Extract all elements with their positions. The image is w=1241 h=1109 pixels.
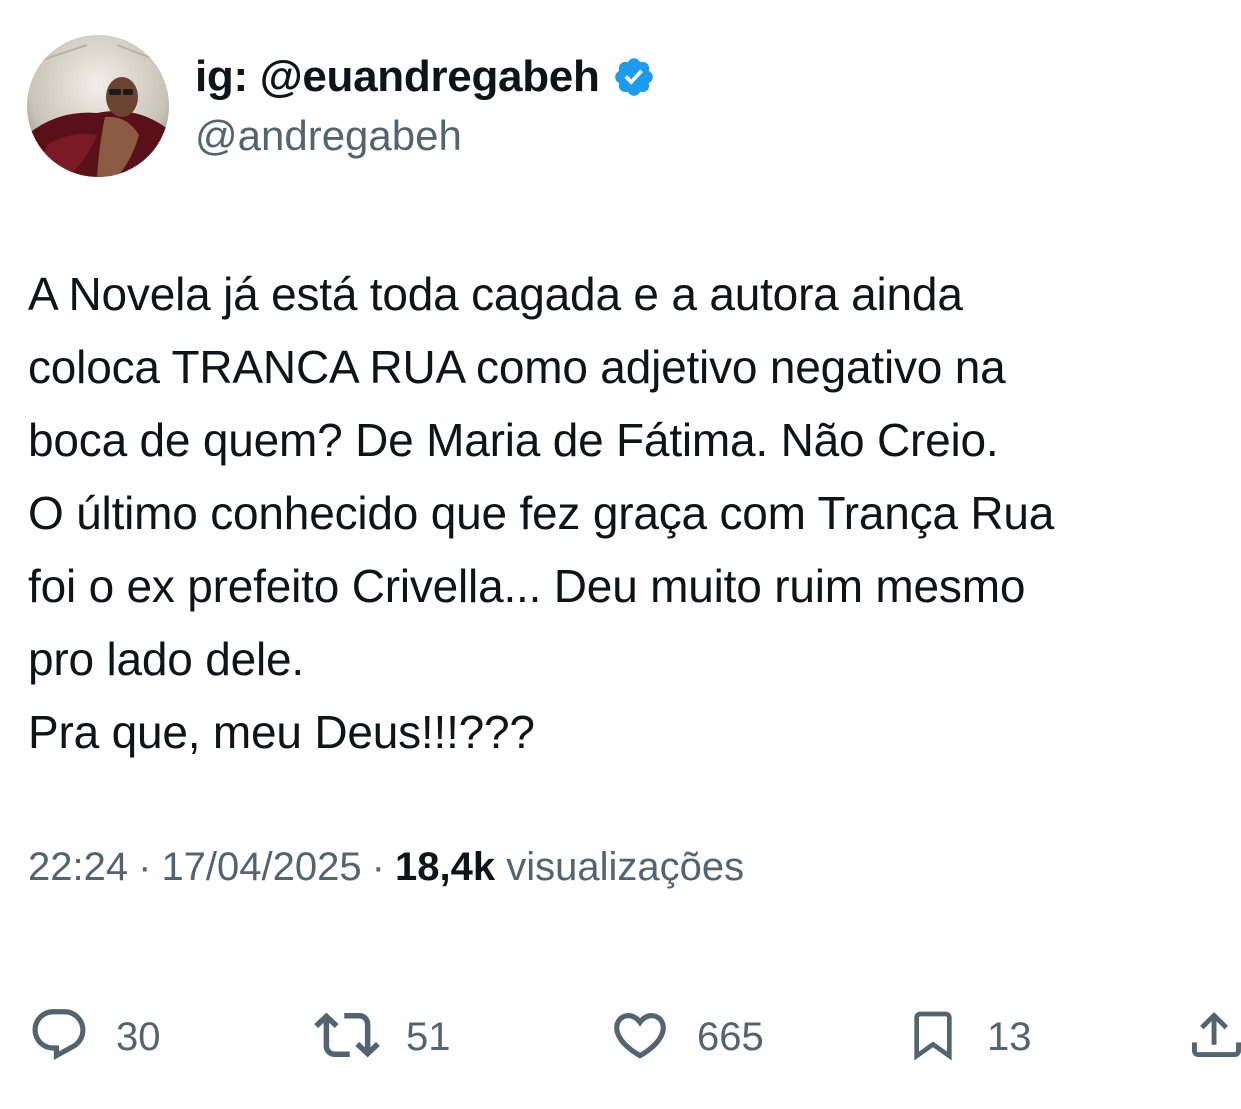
tweet-text-line: Pra que, meu Deus!!!??? [28,706,535,758]
tweet-text-line: O último conhecido que fez graça com Tra… [28,487,1055,539]
tweet-time[interactable]: 22:24 [28,845,128,889]
tweet-text: A Novela já está toda cagada e a autora … [28,258,1238,769]
repost-button[interactable]: 51 [314,1005,451,1069]
tweet-text-line: boca de quem? De Maria de Fátima. Não Cr… [28,414,999,466]
share-button[interactable] [1192,1005,1241,1069]
tweet-text-line: A Novela já está toda cagada e a autora … [28,268,963,320]
repost-count: 51 [406,1014,451,1059]
tweet-actions: 30 51 665 13 [0,1005,1241,1069]
tweet-text-line: coloca TRANCA RUA como adjetivo negativo… [28,341,1006,393]
bookmark-count: 13 [987,1014,1032,1059]
verified-badge-icon [612,55,656,99]
heart-icon [609,1004,671,1071]
bookmark-button[interactable]: 13 [905,1005,1032,1069]
views-label: visualizações [506,845,745,889]
share-icon [1192,1005,1241,1070]
tweet-meta: 22:24 · 17/04/2025 · 18,4k visualizações [28,845,744,890]
views-count: 18,4k [394,845,496,889]
like-count: 665 [697,1014,764,1059]
reply-icon [28,1004,90,1071]
repost-icon [314,1002,380,1073]
author-display-name[interactable]: ig: @euandregabeh [195,52,600,102]
reply-count: 30 [116,1014,161,1059]
tweet-text-line: foi o ex prefeito Crivella... Deu muito … [28,560,1026,612]
avatar[interactable] [27,35,169,177]
like-button[interactable]: 665 [609,1005,764,1069]
meta-separator: · [371,845,385,889]
tweet-date[interactable]: 17/04/2025 [161,845,361,889]
avatar-image [27,35,169,177]
author-handle[interactable]: @andregabeh [195,112,462,160]
reply-button[interactable]: 30 [28,1005,161,1069]
author-name-row: ig: @euandregabeh [195,48,656,106]
tweet: ig: @euandregabeh @andregabeh A Novela j… [0,0,1241,1109]
bookmark-icon [905,1004,961,1071]
tweet-text-line: pro lado dele. [28,633,304,685]
meta-separator: · [138,845,152,889]
